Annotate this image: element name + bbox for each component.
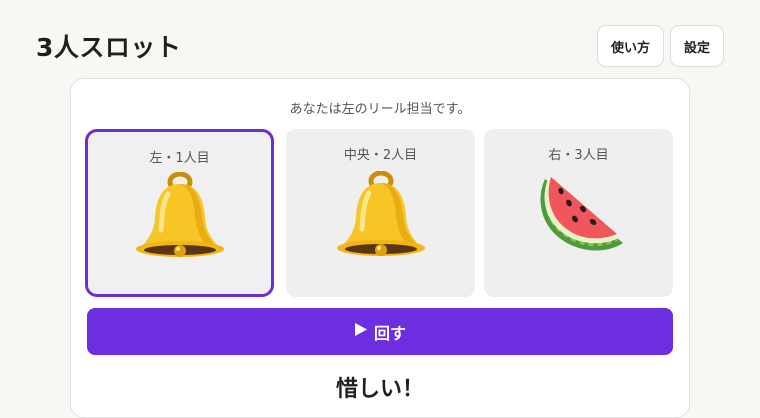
reel-label: 中央・2人目 (343, 148, 418, 163)
reel-label: 左・1人目 (149, 151, 210, 166)
bell-icon (132, 171, 228, 268)
reel-right: 右・3人目 (484, 129, 673, 297)
watermelon-icon (531, 175, 627, 259)
player-role-note: あなたは左のリール担当です。 (289, 102, 471, 117)
spin-label: 回す (373, 323, 406, 343)
spin-button[interactable]: 回す (87, 308, 673, 355)
settings-button[interactable]: 設定 (670, 25, 724, 67)
bell-icon (333, 170, 429, 267)
reel-label: 右・3人目 (548, 148, 609, 163)
play-icon (354, 322, 368, 341)
how-to-play-button[interactable]: 使い方 (597, 25, 664, 67)
reel-left: 左・1人目 (85, 129, 274, 297)
page-title: 3人スロット (36, 33, 182, 62)
reel-middle: 中央・2人目 (286, 129, 475, 297)
slot-card: あなたは左のリール担当です。 左・1人目 中央・2人目 右・3人目 回す 惜しい… (70, 78, 690, 418)
result-text: 惜しい！ (335, 377, 424, 402)
